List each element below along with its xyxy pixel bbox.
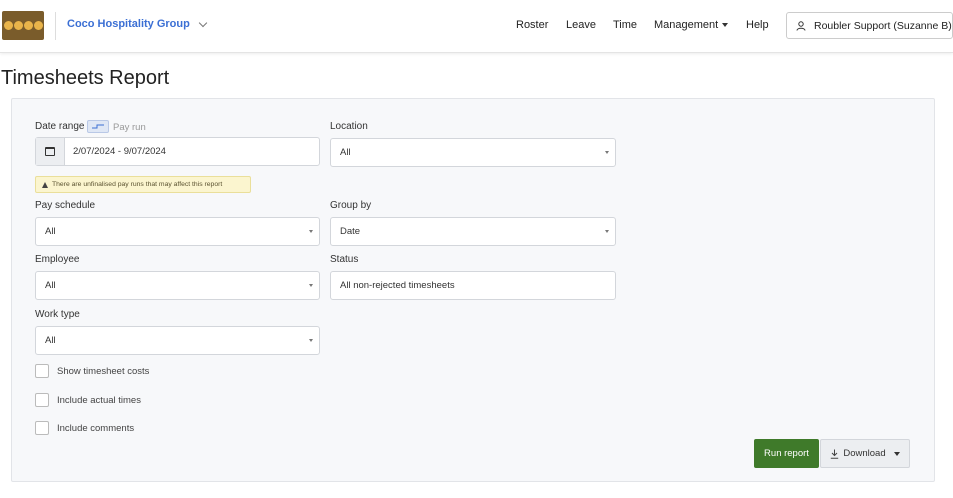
nav-roster[interactable]: Roster xyxy=(516,19,548,31)
pay-schedule-select[interactable]: All xyxy=(35,217,320,246)
include-actual-times-checkbox[interactable] xyxy=(35,393,49,407)
group-by-select[interactable]: Date xyxy=(330,217,616,246)
work-type-select[interactable]: All xyxy=(35,326,320,355)
date-range-label: Date range xyxy=(35,121,85,132)
checkbox-label: Include actual times xyxy=(57,394,141,406)
pay-schedule-value: All xyxy=(45,226,56,237)
caret-down-icon xyxy=(893,451,900,456)
coco-logo[interactable] xyxy=(2,11,44,40)
logo-dot xyxy=(13,21,23,30)
page-title: Timesheets Report xyxy=(1,67,170,89)
org-switcher[interactable]: Coco Hospitality Group xyxy=(67,18,208,30)
include-actual-times-option[interactable]: Include actual times xyxy=(35,393,141,407)
toggle-icon xyxy=(92,124,104,129)
top-navigation-bar: Coco Hospitality Group Roster Leave Time… xyxy=(0,0,953,53)
work-type-label: Work type xyxy=(35,309,80,320)
run-report-button[interactable]: Run report xyxy=(754,439,819,468)
checkbox-label: Include comments xyxy=(57,422,135,434)
nav-help[interactable]: Help xyxy=(746,19,769,31)
group-by-value: Date xyxy=(340,226,361,237)
group-by-label: Group by xyxy=(330,200,372,211)
location-label: Location xyxy=(330,121,368,132)
checkbox-label: Show timesheet costs xyxy=(57,365,150,377)
dropdown-arrow-icon xyxy=(605,230,609,233)
download-button[interactable]: Download xyxy=(820,439,910,468)
pay-run-label[interactable]: Pay run xyxy=(113,122,146,133)
calendar-icon xyxy=(45,147,55,156)
download-icon xyxy=(831,449,839,459)
logo-dot xyxy=(3,21,13,30)
work-type-value: All xyxy=(45,335,56,346)
logo-dot xyxy=(23,21,33,30)
nav-time[interactable]: Time xyxy=(613,19,637,31)
nav-leave[interactable]: Leave xyxy=(566,19,596,31)
show-timesheet-costs-option[interactable]: Show timesheet costs xyxy=(35,364,149,378)
date-range-input[interactable]: 2/07/2024 - 9/07/2024 xyxy=(35,137,320,166)
show-timesheet-costs-checkbox[interactable] xyxy=(35,364,49,378)
logo-dot xyxy=(33,21,43,30)
caret-down-icon xyxy=(722,23,729,28)
status-select[interactable]: All non-rejected timesheets xyxy=(330,271,616,300)
pay-schedule-label: Pay schedule xyxy=(35,200,96,211)
warning-text: There are unfinalised pay runs that may … xyxy=(52,181,223,188)
user-menu-button[interactable]: Roubler Support (Suzanne B) xyxy=(786,12,953,39)
user-icon xyxy=(796,20,806,31)
dropdown-arrow-icon xyxy=(309,339,313,342)
warning-icon xyxy=(42,181,48,188)
pay-run-toggle[interactable] xyxy=(87,120,109,133)
status-label: Status xyxy=(330,254,359,265)
employee-value: All xyxy=(45,280,56,291)
unfinalised-pay-runs-warning: There are unfinalised pay runs that may … xyxy=(35,176,251,193)
dropdown-arrow-icon xyxy=(605,151,609,154)
location-value: All xyxy=(340,147,351,158)
org-name: Coco Hospitality Group xyxy=(67,18,190,30)
nav-management-label: Management xyxy=(654,19,719,31)
nav-management[interactable]: Management xyxy=(654,19,729,31)
download-label: Download xyxy=(843,448,886,459)
chevron-down-icon xyxy=(198,18,208,27)
location-select[interactable]: All xyxy=(330,138,616,167)
include-comments-checkbox[interactable] xyxy=(35,421,49,435)
include-comments-option[interactable]: Include comments xyxy=(35,421,134,435)
date-range-value: 2/07/2024 - 9/07/2024 xyxy=(73,146,166,157)
dropdown-arrow-icon xyxy=(309,284,313,287)
employee-select[interactable]: All xyxy=(35,271,320,300)
calendar-button[interactable] xyxy=(36,138,65,165)
employee-label: Employee xyxy=(35,254,80,265)
logo-divider xyxy=(55,12,56,40)
dropdown-arrow-icon xyxy=(309,230,313,233)
user-name: Roubler Support (Suzanne B) xyxy=(814,19,952,32)
status-value: All non-rejected timesheets xyxy=(340,280,455,291)
